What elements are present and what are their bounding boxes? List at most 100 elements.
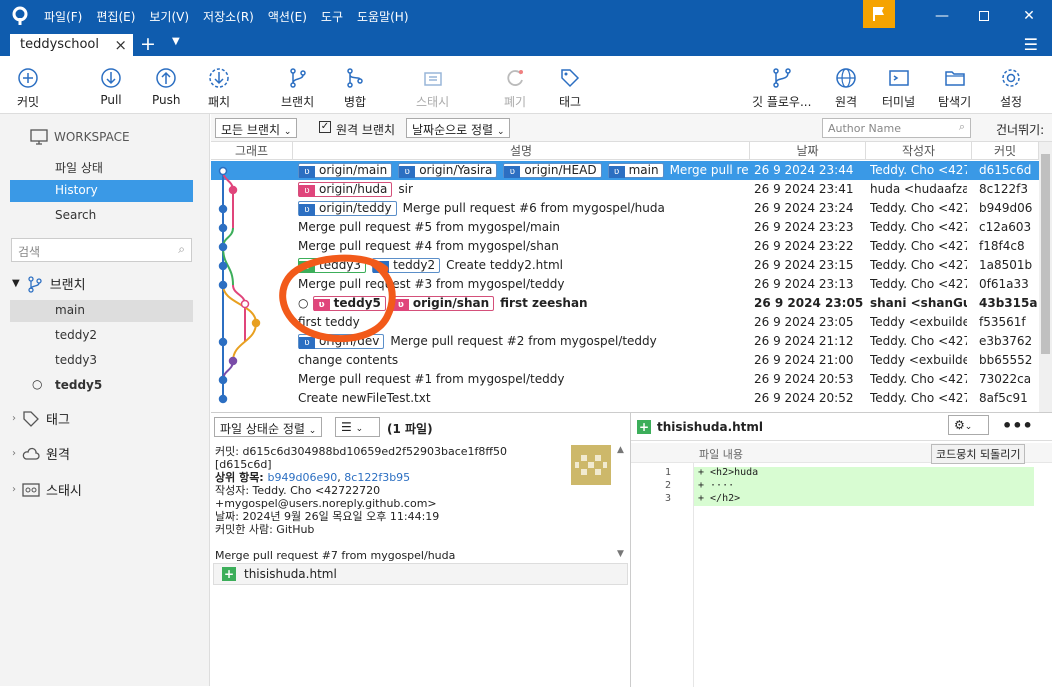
fetch-label: 패치 [207,95,231,109]
parent-link[interactable]: 8c122f3b95 [344,471,410,484]
sidebar-search-input[interactable]: 검색 ⌕ [11,238,192,262]
commit-row[interactable]: ʋ origin/main ʋ origin/Yasira ʋ origin/HEAD ʋ m… [211,161,1039,180]
col-author-header[interactable]: 작성자 [866,142,972,160]
tag-label: 태그 [558,95,582,109]
commit-row[interactable]: change contents 26 9 2024 21:00 Teddy <exb… [211,351,1039,370]
repo-tab[interactable]: teddyschool × [10,34,133,56]
tab-dropdown-icon[interactable]: ▼ [172,36,180,47]
fetch-button[interactable]: 패치 [207,66,231,110]
sidebar-item-history[interactable]: History [10,180,193,202]
diff-settings-dropdown[interactable]: ⚙⌄ [948,415,989,435]
commit-button[interactable]: 커밋 [16,66,40,110]
revert-hunk-button[interactable]: 코드뭉치 되돌리기 [931,444,1026,464]
commit-row[interactable]: Merge pull request #5 from mygospel/main… [211,218,1039,237]
close-window-button[interactable]: ✕ [1008,0,1050,32]
discard-button[interactable]: 폐기 [503,66,527,110]
changed-file-item[interactable]: + thisishuda.html [213,563,628,585]
add-tab-icon[interactable]: + [140,33,156,55]
menu-file[interactable]: 파일(F) [44,8,82,25]
remotes-group[interactable]: › 원격 [12,444,70,463]
sidebar-branch-teddy2[interactable]: teddy2 [10,325,193,347]
branch-name: main [55,303,85,317]
tags-group[interactable]: › 태그 [12,409,70,428]
col-commit-header[interactable]: 커밋 [972,142,1039,160]
author-search-input[interactable]: Author Name ⌕ [822,118,971,138]
branch-icon: ʋ [299,166,315,178]
sort-dropdown[interactable]: 날짜순으로 정렬 ⌄ [406,118,511,138]
commit-hash: 8c122f3 [979,182,1028,196]
col-graph-header[interactable]: 그래프 [211,142,293,160]
minimize-button[interactable]: — [921,0,963,32]
branch-label-tag[interactable]: ʋ origin/main [298,163,393,178]
commit-label: 커밋 [16,95,40,109]
push-button[interactable]: Push [152,66,181,107]
branch-filter-dropdown[interactable]: 모든 브랜치 ⌄ [215,118,298,138]
col-date-header[interactable]: 날짜 [750,142,866,160]
col-desc-header[interactable]: 설명 [293,142,750,160]
workspace-label: WORKSPACE [54,130,130,144]
branch-name: teddy5 [55,378,103,392]
sidebar-item-search[interactable]: Search [10,205,193,227]
commit-node [218,394,228,404]
commit-date: 26 9 2024 23:05 [754,315,854,329]
commit-list-scroll-thumb[interactable] [1041,154,1050,354]
branch-icon: ʋ [399,166,416,178]
tag-button[interactable]: 태그 [558,66,582,110]
flag-button[interactable] [863,0,895,28]
history-label: History [55,183,98,197]
commit-message: Merge pull request #2 from mygospel/tedd… [390,334,657,348]
commit-row[interactable]: Create newFileTest.txt 26 9 2024 20:52 Ted… [211,389,1039,408]
search-icon: ⌕ [178,242,185,256]
commit-hash: f53561f [979,315,1026,329]
menu-tools[interactable]: 도구 [321,8,343,25]
branch-label-tag[interactable]: ʋ origin/teddy [298,201,397,216]
commit-row[interactable]: ʋ origin/teddy Merge pull request #6 from … [211,199,1039,218]
menu-repository[interactable]: 저장소(R) [203,8,254,25]
sidebar-item-file-status[interactable]: 파일 상태 [10,156,193,178]
branch-label-tag[interactable]: ʋ origin/shan [391,296,495,311]
pull-button[interactable]: Pull [99,66,123,107]
terminal-button[interactable]: 터미널 [882,66,915,110]
commit-author: Teddy. Cho <42722720 [870,258,967,272]
gitflow-label: 깃 플로우... [752,95,812,109]
parent-link[interactable]: b949d06e90 [268,471,338,484]
hamburger-menu-icon[interactable]: ☰ [1024,35,1038,54]
branch-label-tag[interactable]: ʋ origin/HEAD [503,163,602,178]
explorer-button[interactable]: 탐색기 [938,66,971,110]
globe-icon [836,68,856,88]
parents-label: 상위 항목: [215,471,268,484]
menu-view[interactable]: 보기(V) [149,8,189,25]
menu-edit[interactable]: 편집(E) [96,8,135,25]
settings-button[interactable]: 설정 [999,66,1023,110]
menu-actions[interactable]: 액션(E) [268,8,307,25]
branches-group[interactable]: ▼ 브랜치 [12,274,86,293]
branch-label-tag[interactable]: ʋ origin/huda [298,182,393,197]
merge-button[interactable]: 병합 [343,66,367,110]
sidebar-branch-main[interactable]: main [10,300,193,322]
more-options-icon[interactable]: ••• [1002,416,1033,435]
view-mode-dropdown[interactable]: ☰ ⌄ [335,417,380,437]
branch-name: teddy3 [55,353,98,367]
commit-message: first zeeshan [500,296,588,310]
file-sort-dropdown[interactable]: 파일 상태순 정렬 ⌄ [214,417,323,437]
stash-button[interactable]: 스태시 [416,66,449,110]
stashes-group[interactable]: › 스태시 [12,480,82,499]
diff-file-name: thisishuda.html [657,420,764,434]
close-tab-icon[interactable]: × [114,36,127,54]
sidebar-branch-teddy5[interactable]: ○ teddy5 [10,375,193,397]
commit-row[interactable]: Merge pull request #1 from mygospel/tedd… [211,370,1039,389]
maximize-button[interactable] [963,0,1005,32]
sidebar-branch-teddy3[interactable]: teddy3 [10,350,193,372]
branch-label-tag[interactable]: ʋ main [607,163,664,178]
menu-help[interactable]: 도움말(H) [357,8,409,25]
scroll-down-icon[interactable]: ▼ [617,549,624,559]
remote-button[interactable]: 원격 [834,66,858,110]
branch-label-tag[interactable]: ʋ origin/Yasira [398,163,498,178]
gitflow-button[interactable]: 깃 플로우... [752,66,811,110]
branch-button[interactable]: 브랜치 [281,66,314,110]
commit-date: 26 9 2024 23:15 [754,258,854,272]
remote-branches-checkbox[interactable]: ✓ [319,121,331,133]
commit-row[interactable]: ʋ origin/huda sir 26 9 2024 23:41 huda <huda… [211,180,1039,199]
scroll-up-icon[interactable]: ▲ [617,445,624,455]
diff-file-header: + thisishuda.html ⚙⌄ ••• [631,413,1052,441]
